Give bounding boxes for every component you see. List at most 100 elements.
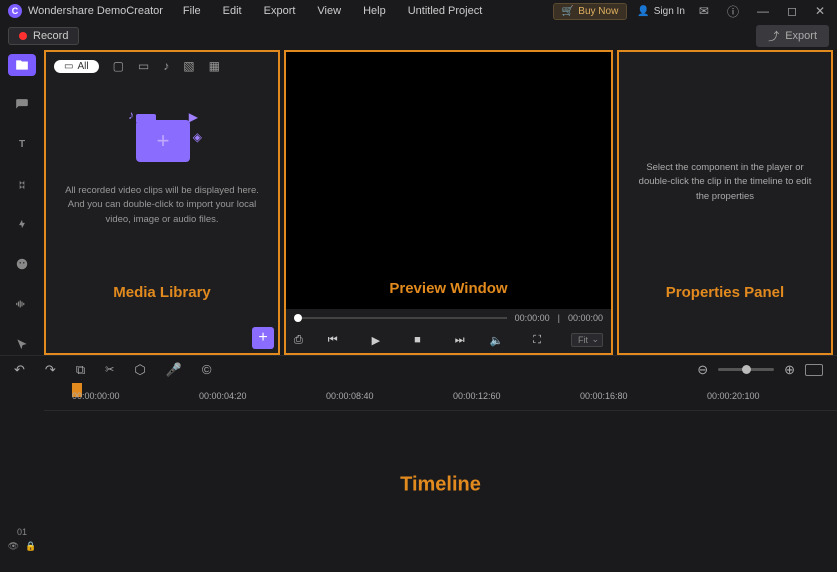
timeline-main[interactable]: 00:00:00:00 00:00:04:20 00:00:08:40 00:0… xyxy=(44,383,837,568)
media-tab-grid[interactable]: ▦ xyxy=(209,59,220,73)
add-media-button[interactable]: + xyxy=(252,327,274,349)
menu-export[interactable]: Export xyxy=(264,5,296,17)
main-row: T ▭ All ▢ ▭ ♪ ▧ ▦ ♪ ▶ ◈ + All re xyxy=(0,50,837,355)
media-library-panel: ▭ All ▢ ▭ ♪ ▧ ▦ ♪ ▶ ◈ + All recorded vid… xyxy=(44,50,280,355)
zoom-fit-select[interactable]: Fit xyxy=(571,333,603,347)
close-button[interactable]: ✕ xyxy=(811,4,829,18)
time-sep: | xyxy=(558,313,560,323)
preview-viewport[interactable]: Preview Window xyxy=(286,52,611,309)
ruler-tick-0: 00:00:00:00 xyxy=(72,391,120,401)
rail-effects[interactable] xyxy=(8,214,36,236)
music-note-icon: ♪ xyxy=(128,108,134,122)
menu-file[interactable]: File xyxy=(183,5,201,17)
ruler-tick-3: 00:00:12:60 xyxy=(453,391,501,401)
preview-panel: Preview Window 00:00:00 | 00:00:00 ⎙ ⏮ ▶… xyxy=(284,50,613,355)
seek-bar[interactable] xyxy=(294,317,507,319)
track-visibility-icon[interactable]: 👁 xyxy=(8,541,19,552)
zoom-slider[interactable] xyxy=(718,368,774,371)
media-hint: All recorded video clips will be display… xyxy=(46,184,278,227)
play-button[interactable]: ▶ xyxy=(372,334,380,347)
timeline-panel-label: Timeline xyxy=(400,473,481,496)
media-tab-all[interactable]: ▭ All xyxy=(54,60,99,73)
app-title: Wondershare DemoCreator xyxy=(28,5,163,17)
zoom-knob[interactable] xyxy=(742,365,751,374)
properties-panel: Select the component in the player or do… xyxy=(617,50,833,355)
media-tab-image[interactable]: ▧ xyxy=(183,59,194,73)
mail-icon[interactable]: ✉ xyxy=(695,4,713,18)
media-folder-graphic: ♪ ▶ ◈ + xyxy=(122,108,202,168)
split-button[interactable]: ✂ xyxy=(105,363,114,376)
seek-handle[interactable] xyxy=(294,314,302,322)
image-icon: ◈ xyxy=(193,130,202,144)
all-label: All xyxy=(77,61,88,72)
person-icon: 👤 xyxy=(637,6,649,17)
maximize-button[interactable]: ◻ xyxy=(783,4,801,18)
crop-button[interactable]: ⧉ xyxy=(76,362,85,378)
sign-in-button[interactable]: 👤 Sign In xyxy=(637,6,685,17)
menu-help[interactable]: Help xyxy=(363,5,386,17)
media-tab-audio[interactable]: ♪ xyxy=(163,59,169,73)
minimize-button[interactable]: — xyxy=(753,4,773,18)
media-tab-screen[interactable]: ▭ xyxy=(138,59,149,73)
properties-hint: Select the component in the player or do… xyxy=(637,161,813,204)
preview-controls: 00:00:00 | 00:00:00 ⎙ ⏮ ▶ ■ ⏭ 🔈 ⛶ Fit xyxy=(286,309,611,353)
menu-edit[interactable]: Edit xyxy=(223,5,242,17)
zoom-out-button[interactable]: ⊖ xyxy=(697,362,708,378)
voiceover-button[interactable]: 🎤 xyxy=(166,362,182,378)
preview-panel-label: Preview Window xyxy=(349,280,549,297)
buy-now-button[interactable]: 🛒 Buy Now xyxy=(553,3,627,20)
copyright-button[interactable]: © xyxy=(202,362,212,377)
next-frame-button[interactable]: ⏭ xyxy=(455,334,465,347)
export-icon: ⤴ xyxy=(768,28,779,44)
rail-transitions[interactable] xyxy=(8,174,36,196)
left-rail: T xyxy=(4,50,40,355)
undo-button[interactable]: ↶ xyxy=(14,362,25,378)
rail-audio[interactable] xyxy=(8,293,36,315)
rail-annotations[interactable] xyxy=(8,94,36,116)
secondary-toolbar: Record ⤴ Export xyxy=(0,22,837,50)
ruler-tick-2: 00:00:08:40 xyxy=(326,391,374,401)
time-total: 00:00:00 xyxy=(568,313,603,323)
time-current: 00:00:00 xyxy=(515,313,550,323)
folder-small-icon: ▭ xyxy=(64,61,73,72)
track-lock-icon[interactable]: 🔒 xyxy=(25,541,36,552)
export-label: Export xyxy=(785,30,817,42)
media-body[interactable]: ♪ ▶ ◈ + All recorded video clips will be… xyxy=(46,80,278,353)
zoom-in-button[interactable]: ⊕ xyxy=(784,362,795,378)
record-dot-icon xyxy=(19,32,27,40)
project-title: Untitled Project xyxy=(408,5,483,17)
record-label: Record xyxy=(33,30,68,42)
titlebar: C Wondershare DemoCreator File Edit Expo… xyxy=(0,0,837,22)
rail-cursor[interactable] xyxy=(8,333,36,355)
rail-captions[interactable]: T xyxy=(8,134,36,156)
track-number: 01 xyxy=(17,527,27,537)
record-button[interactable]: Record xyxy=(8,27,79,45)
zoom-to-fit-button[interactable] xyxy=(805,364,823,376)
cart-icon: 🛒 xyxy=(562,6,574,17)
buy-now-label: Buy Now xyxy=(578,6,618,17)
ruler-tick-4: 00:00:16:80 xyxy=(580,391,628,401)
stop-button[interactable]: ■ xyxy=(414,334,421,347)
app-logo-icon: C xyxy=(8,4,22,18)
media-tab-video[interactable]: ▢ xyxy=(113,59,124,73)
snapshot-button[interactable]: ⎙ xyxy=(294,334,303,347)
timeline-ruler[interactable]: 00:00:00:00 00:00:04:20 00:00:08:40 00:0… xyxy=(44,383,837,411)
ruler-tick-5: 00:00:20:100 xyxy=(707,391,760,401)
export-button[interactable]: ⤴ Export xyxy=(756,25,829,47)
media-tabs: ▭ All ▢ ▭ ♪ ▧ ▦ xyxy=(46,52,278,80)
rail-stickers[interactable] xyxy=(8,253,36,275)
timeline-track-header: 01 👁 🔒 xyxy=(0,383,44,568)
media-panel-label: Media Library xyxy=(62,284,262,301)
fit-label: Fit xyxy=(578,335,588,345)
timeline-toolbar: ↶ ↷ ⧉ ✂ ⬡ 🎤 © ⊖ ⊕ xyxy=(0,355,837,383)
prev-frame-button[interactable]: ⏮ xyxy=(328,334,338,347)
marker-button[interactable]: ⬡ xyxy=(134,362,145,378)
volume-button[interactable]: 🔈 xyxy=(490,334,504,347)
rail-library[interactable] xyxy=(8,54,36,76)
properties-panel-label: Properties Panel xyxy=(625,284,825,301)
menu-view[interactable]: View xyxy=(317,5,341,17)
sign-in-label: Sign In xyxy=(654,6,685,17)
redo-button[interactable]: ↷ xyxy=(45,362,56,378)
fullscreen-button[interactable]: ⛶ xyxy=(533,334,541,347)
help-icon[interactable]: ⓘ xyxy=(723,3,743,20)
